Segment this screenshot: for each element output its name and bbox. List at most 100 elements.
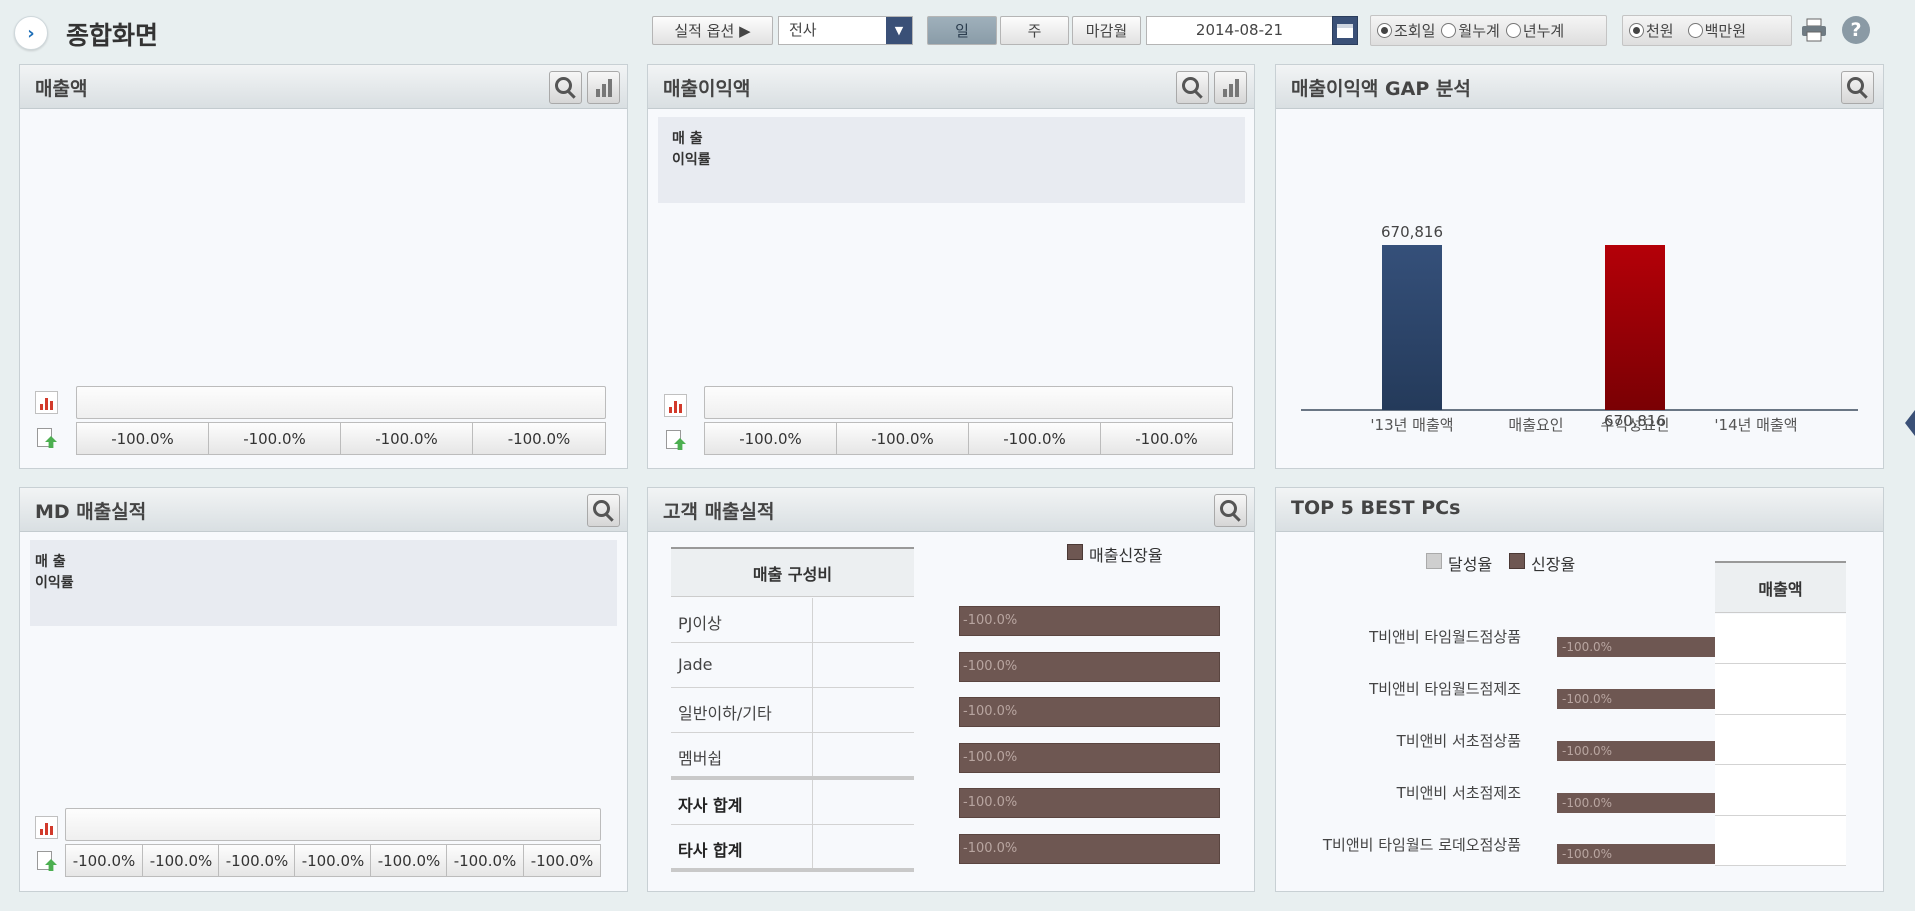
category-label: '14년 매출액 — [1714, 416, 1797, 434]
growth-bar: -100.0% — [1557, 689, 1715, 709]
category-label: 수익성요인 — [1600, 416, 1669, 434]
sales-panel: 매출액 -100.0% -100.0% -100.0% -100.0% — [19, 64, 628, 469]
sales-cell — [1715, 614, 1846, 664]
search-button[interactable] — [1841, 71, 1874, 104]
export-icon[interactable] — [35, 427, 58, 450]
radio-query-day[interactable]: 조회일 — [1377, 20, 1435, 41]
pct-cell: -100.0% — [76, 422, 209, 455]
pc-label: T비앤비 서초점제조 — [1396, 784, 1521, 802]
chart-button[interactable] — [1214, 71, 1247, 104]
search-icon — [1182, 77, 1199, 94]
profit-chart-bar — [704, 386, 1233, 419]
period-button-closing-month[interactable]: 마감월 — [1072, 16, 1141, 45]
radio-dot-icon — [1441, 23, 1457, 38]
legend-label: 신장율 — [1531, 555, 1576, 574]
table-row: 자사 합계 — [671, 780, 914, 825]
pct-cell: -100.0% — [472, 422, 606, 455]
legend-swatch — [1426, 553, 1442, 569]
search-button[interactable] — [587, 494, 620, 527]
radio-year-cumulative[interactable]: 년누계 — [1505, 20, 1564, 41]
data-label: 670,816 — [1381, 223, 1443, 241]
legend-label: 매출신장율 — [1089, 546, 1163, 565]
menu-toggle-button[interactable]: › — [14, 16, 48, 50]
pct-cell: -100.0% — [294, 844, 372, 877]
pct-cell: -100.0% — [142, 844, 220, 877]
period-radio-group: 조회일 월누계 년누계 — [1370, 15, 1607, 46]
growth-bar: -100.0% — [959, 834, 1220, 864]
bar-chart-icon — [595, 78, 612, 97]
legend-swatch — [1067, 544, 1083, 560]
chart-icon[interactable] — [35, 391, 58, 414]
table-row: PJ이상 — [671, 598, 914, 643]
chart-icon[interactable] — [664, 394, 687, 417]
panel-title: TOP 5 BEST PCs — [1291, 497, 1461, 519]
growth-bar: -100.0% — [1557, 793, 1715, 813]
chevron-right-icon: › — [27, 22, 35, 44]
panel-title: 고객 매출실적 — [663, 501, 775, 523]
search-button[interactable] — [1214, 494, 1247, 527]
column-header: 매출 구성비 — [671, 547, 914, 597]
legend-swatch — [1509, 553, 1525, 569]
panel-header: MD 매출실적 — [20, 488, 627, 532]
radio-month-cumulative[interactable]: 월누계 — [1441, 20, 1500, 41]
performance-option-button[interactable]: 실적 옵션 ▶ — [652, 16, 773, 45]
export-icon[interactable] — [35, 850, 58, 873]
md-chart-bar — [65, 808, 601, 841]
legend-box: 매 출 이익률 — [30, 540, 617, 626]
panel-header: 매출이익액 — [648, 65, 1254, 109]
table-row: 멤버쉽 — [671, 733, 914, 778]
growth-bar: -100.0% — [959, 697, 1220, 727]
print-icon[interactable] — [1800, 16, 1828, 44]
sales-cell — [1715, 715, 1846, 765]
page-title: 종합화면 — [66, 21, 159, 50]
period-button-day[interactable]: 일 — [927, 16, 997, 45]
side-panel-toggle[interactable] — [1905, 410, 1915, 436]
search-icon — [555, 77, 572, 94]
pct-cell: -100.0% — [208, 422, 341, 455]
dropdown-arrow-icon: ▼ — [886, 17, 912, 44]
radio-unit-million[interactable]: 백만원 — [1687, 20, 1746, 41]
chart-button[interactable] — [587, 71, 620, 104]
chart-icon[interactable] — [35, 816, 58, 839]
search-button[interactable] — [549, 71, 582, 104]
panel-title: MD 매출실적 — [35, 501, 147, 523]
category-label: 매출요인 — [1508, 416, 1563, 434]
panel-title: 매출이익액 GAP 분석 — [1291, 78, 1471, 100]
radio-unit-thousand[interactable]: 천원 — [1629, 20, 1674, 41]
search-icon — [1847, 77, 1864, 94]
growth-bar: -100.0% — [959, 743, 1220, 773]
help-icon[interactable]: ? — [1842, 16, 1870, 44]
bar-chart-icon — [1222, 78, 1239, 97]
pct-cell: -100.0% — [523, 844, 601, 877]
panel-title: 매출액 — [35, 78, 88, 100]
scope-select[interactable]: 전사 ▼ — [778, 16, 913, 45]
search-button[interactable] — [1176, 71, 1209, 104]
profit-panel: 매출이익액 매 출 이익률 -100.0% -100.0% -100.0% -1… — [647, 64, 1255, 469]
panel-header: 매출액 — [20, 65, 627, 109]
scope-select-value: 전사 — [789, 21, 817, 39]
category-label: '13년 매출액 — [1370, 416, 1453, 434]
panel-header: 고객 매출실적 — [648, 488, 1254, 532]
export-icon[interactable] — [664, 429, 687, 452]
pc-label: T비앤비 타임월드 로데오점상품 — [1322, 836, 1521, 854]
panel-title: 매출이익액 — [663, 78, 751, 100]
radio-dot-icon — [1505, 23, 1521, 38]
pct-cell: -100.0% — [836, 422, 969, 455]
growth-bar: -100.0% — [959, 788, 1220, 818]
period-button-week[interactable]: 주 — [1000, 16, 1069, 45]
calendar-icon[interactable] — [1332, 16, 1358, 45]
table-row: 일반이하/기타 — [671, 688, 914, 733]
gap-bar — [1382, 245, 1442, 410]
pct-cell: -100.0% — [370, 844, 448, 877]
top5-panel: TOP 5 BEST PCs 달성율 신장율 매출액 T비앤비 타임월드점상품 … — [1275, 487, 1884, 892]
legend-line: 이익률 — [672, 152, 711, 168]
search-icon — [593, 500, 610, 517]
pct-cell: -100.0% — [446, 844, 524, 877]
pc-label: T비앤비 서초점상품 — [1396, 732, 1521, 750]
growth-bar: -100.0% — [1557, 741, 1715, 761]
table-divider — [671, 868, 914, 872]
pc-label: T비앤비 타임월드점제조 — [1369, 680, 1521, 698]
date-input[interactable]: 2014-08-21 — [1146, 16, 1333, 45]
search-icon — [1220, 500, 1237, 517]
legend-line: 이익률 — [35, 575, 74, 591]
